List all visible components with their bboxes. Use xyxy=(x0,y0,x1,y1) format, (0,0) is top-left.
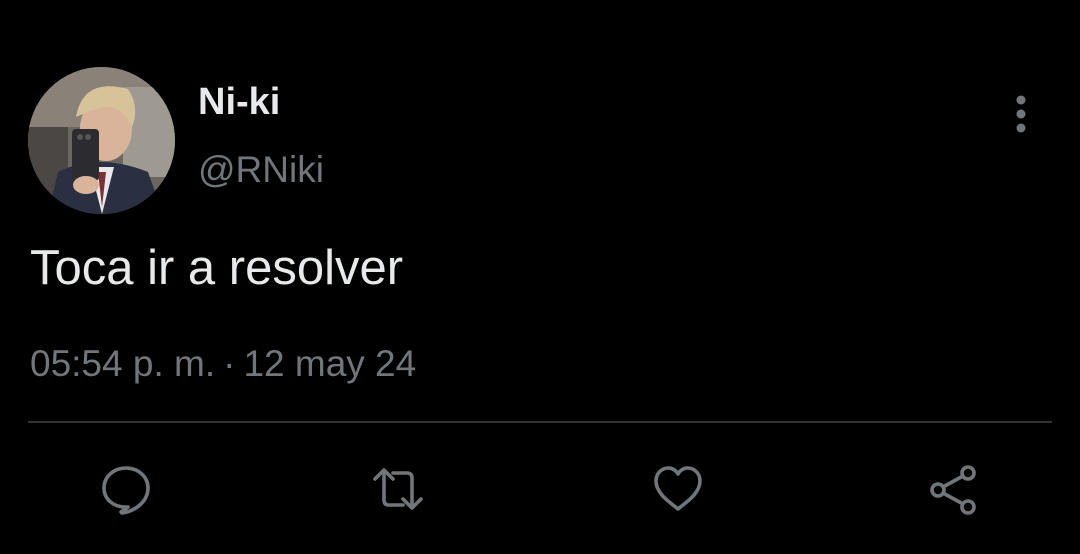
tweet-timestamp[interactable]: 05:54 p. m. · 12 may 24 xyxy=(30,342,416,386)
tweet-text: Toca ir a resolver xyxy=(30,241,404,295)
tweet-date: 12 may 24 xyxy=(243,343,417,384)
retweet-button[interactable] xyxy=(371,462,425,516)
divider xyxy=(28,421,1052,423)
like-button[interactable] xyxy=(651,462,705,516)
display-name[interactable]: Ni-ki xyxy=(198,80,280,124)
share-icon xyxy=(930,465,976,515)
speech-bubble-icon xyxy=(102,466,150,515)
more-options-icon[interactable] xyxy=(1003,94,1039,134)
tweet-time: 05:54 p. m. xyxy=(30,343,216,384)
meta-separator: · xyxy=(223,343,236,384)
reply-button[interactable] xyxy=(99,462,153,516)
share-button[interactable] xyxy=(926,462,980,516)
avatar-photo xyxy=(28,67,175,214)
heart-icon xyxy=(654,466,702,511)
avatar[interactable] xyxy=(28,67,175,214)
user-handle[interactable]: @RNiki xyxy=(198,148,324,192)
retweet-icon xyxy=(373,468,423,510)
